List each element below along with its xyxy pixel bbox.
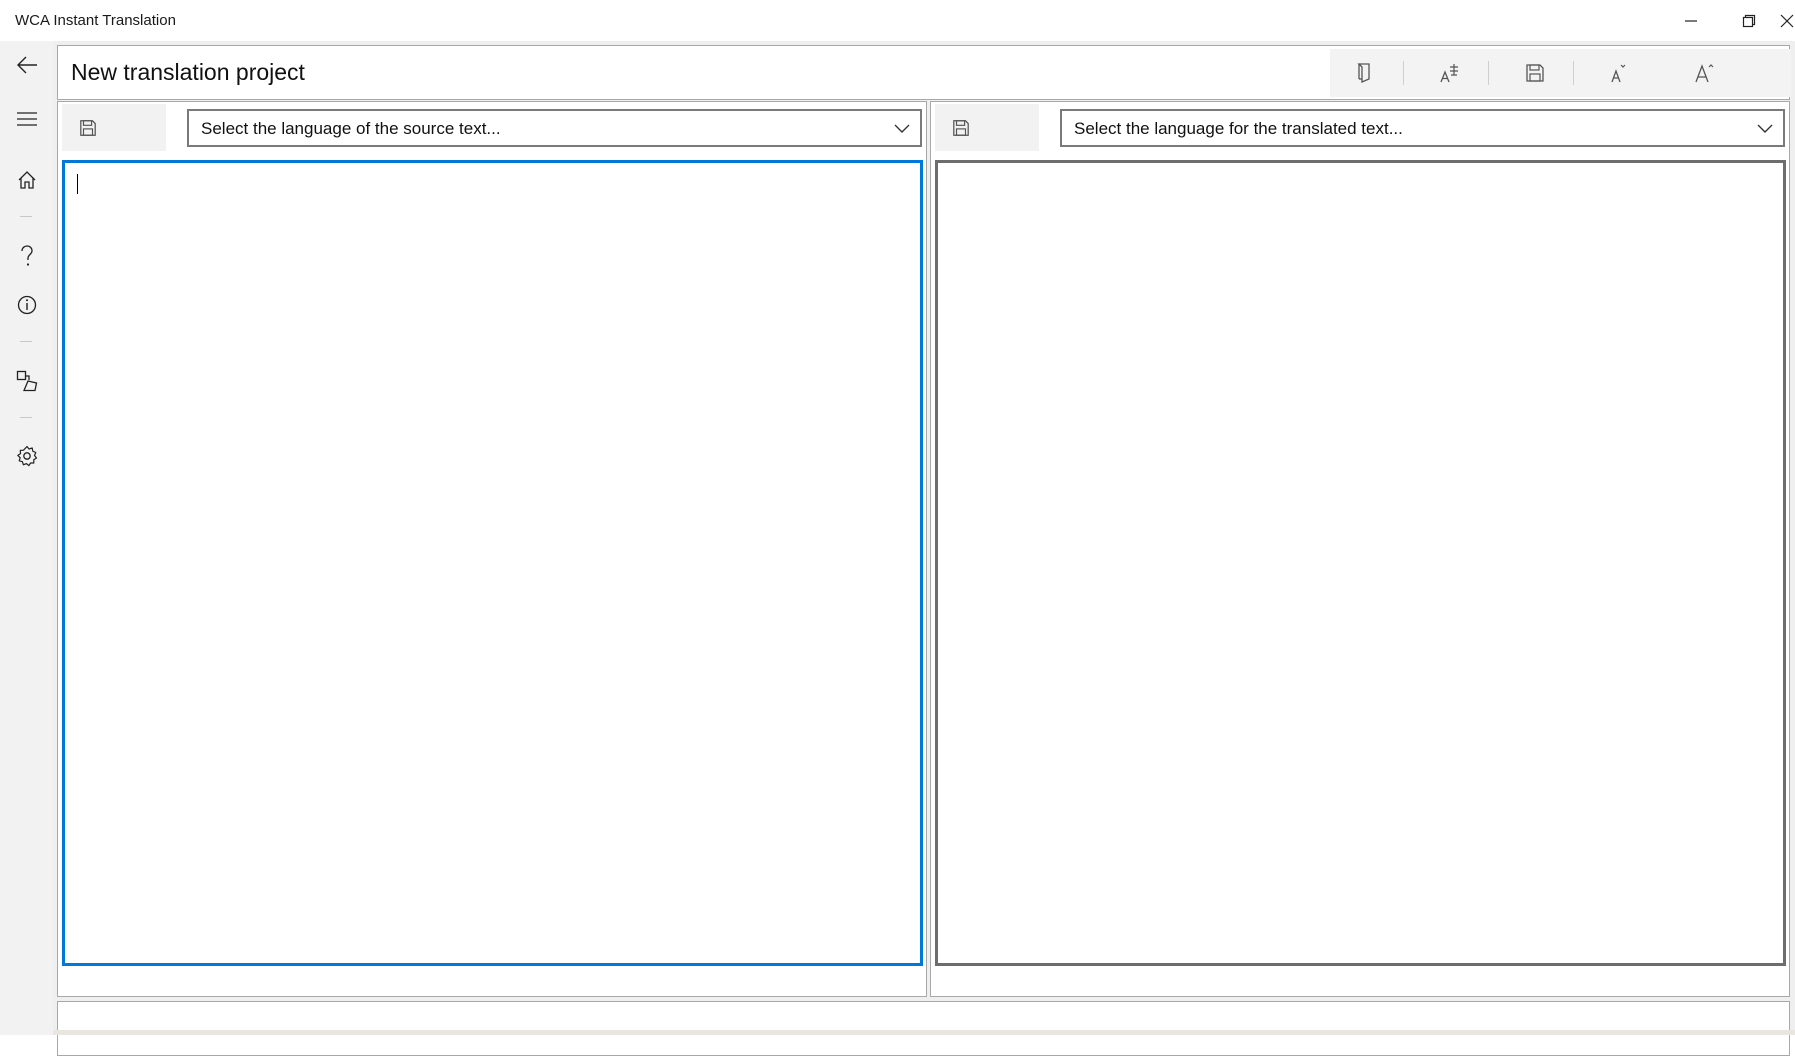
shapes-button[interactable] [0, 359, 53, 403]
source-language-select[interactable]: Select the language of the source text..… [187, 109, 922, 147]
source-text-input[interactable] [62, 160, 923, 966]
page-title: New translation project [71, 59, 305, 85]
chevron-down-icon [894, 124, 910, 133]
text-caret [77, 174, 78, 194]
font-increase-button[interactable] [1670, 49, 1740, 97]
target-language-placeholder: Select the language for the translated t… [1074, 119, 1403, 138]
target-text-output[interactable] [935, 160, 1786, 966]
open-book-button[interactable] [1330, 49, 1400, 97]
target-pane-bar: Select the language for the translated t… [931, 102, 1789, 154]
home-icon [18, 171, 35, 189]
title-bar: WCA Instant Translation [0, 0, 1795, 41]
back-arrow-icon [16, 56, 37, 74]
source-language-placeholder: Select the language of the source text..… [201, 119, 501, 138]
font-decrease-button[interactable] [1585, 49, 1655, 97]
main-area: New translation project Select the langu… [53, 41, 1795, 1056]
nav-separator [20, 417, 32, 418]
restore-button[interactable] [1720, 0, 1778, 41]
save-button[interactable] [1500, 49, 1570, 97]
nav-rail [0, 41, 53, 1035]
toolbar-separator [1488, 61, 1489, 85]
close-icon [1780, 14, 1793, 27]
info-button[interactable] [0, 283, 53, 327]
chevron-down-icon [1757, 124, 1773, 133]
app-title: WCA Instant Translation [15, 12, 176, 29]
source-pane: Select the language of the source text..… [57, 101, 927, 997]
source-save-button[interactable] [62, 104, 166, 151]
minimize-icon [1685, 19, 1697, 22]
target-save-button[interactable] [935, 104, 1039, 151]
toolbar-separator [1573, 61, 1574, 85]
question-icon [20, 245, 33, 266]
toolbar [1330, 49, 1791, 97]
book-open-icon [1357, 63, 1370, 83]
save-icon [1526, 64, 1544, 82]
nav-separator [20, 216, 32, 217]
hamburger-icon [16, 112, 37, 126]
toolbar-separator [1403, 61, 1404, 85]
status-bar [57, 1001, 1790, 1056]
back-button[interactable] [0, 43, 53, 87]
source-pane-bar: Select the language of the source text..… [58, 102, 926, 154]
menu-button[interactable] [0, 97, 53, 141]
gear-icon [16, 445, 37, 467]
target-language-select[interactable]: Select the language for the translated t… [1060, 109, 1785, 147]
window-bottom-edge [53, 1030, 1795, 1035]
font-increase-icon [1695, 64, 1714, 83]
close-button[interactable] [1778, 0, 1795, 41]
nav-separator [20, 341, 32, 342]
save-icon [80, 119, 96, 136]
home-button[interactable] [0, 158, 53, 202]
minimize-button[interactable] [1662, 0, 1720, 41]
restore-icon [1742, 14, 1756, 27]
font-style-button[interactable] [1415, 49, 1485, 97]
info-icon [17, 295, 36, 315]
help-button[interactable] [0, 234, 53, 278]
font-decrease-icon [1611, 64, 1626, 83]
font-strikethrough-icon [1440, 64, 1458, 83]
header-panel: New translation project [57, 45, 1791, 100]
save-icon [953, 119, 969, 136]
settings-button[interactable] [0, 434, 53, 478]
target-pane: Select the language for the translated t… [930, 101, 1790, 997]
shapes-icon [16, 370, 37, 392]
